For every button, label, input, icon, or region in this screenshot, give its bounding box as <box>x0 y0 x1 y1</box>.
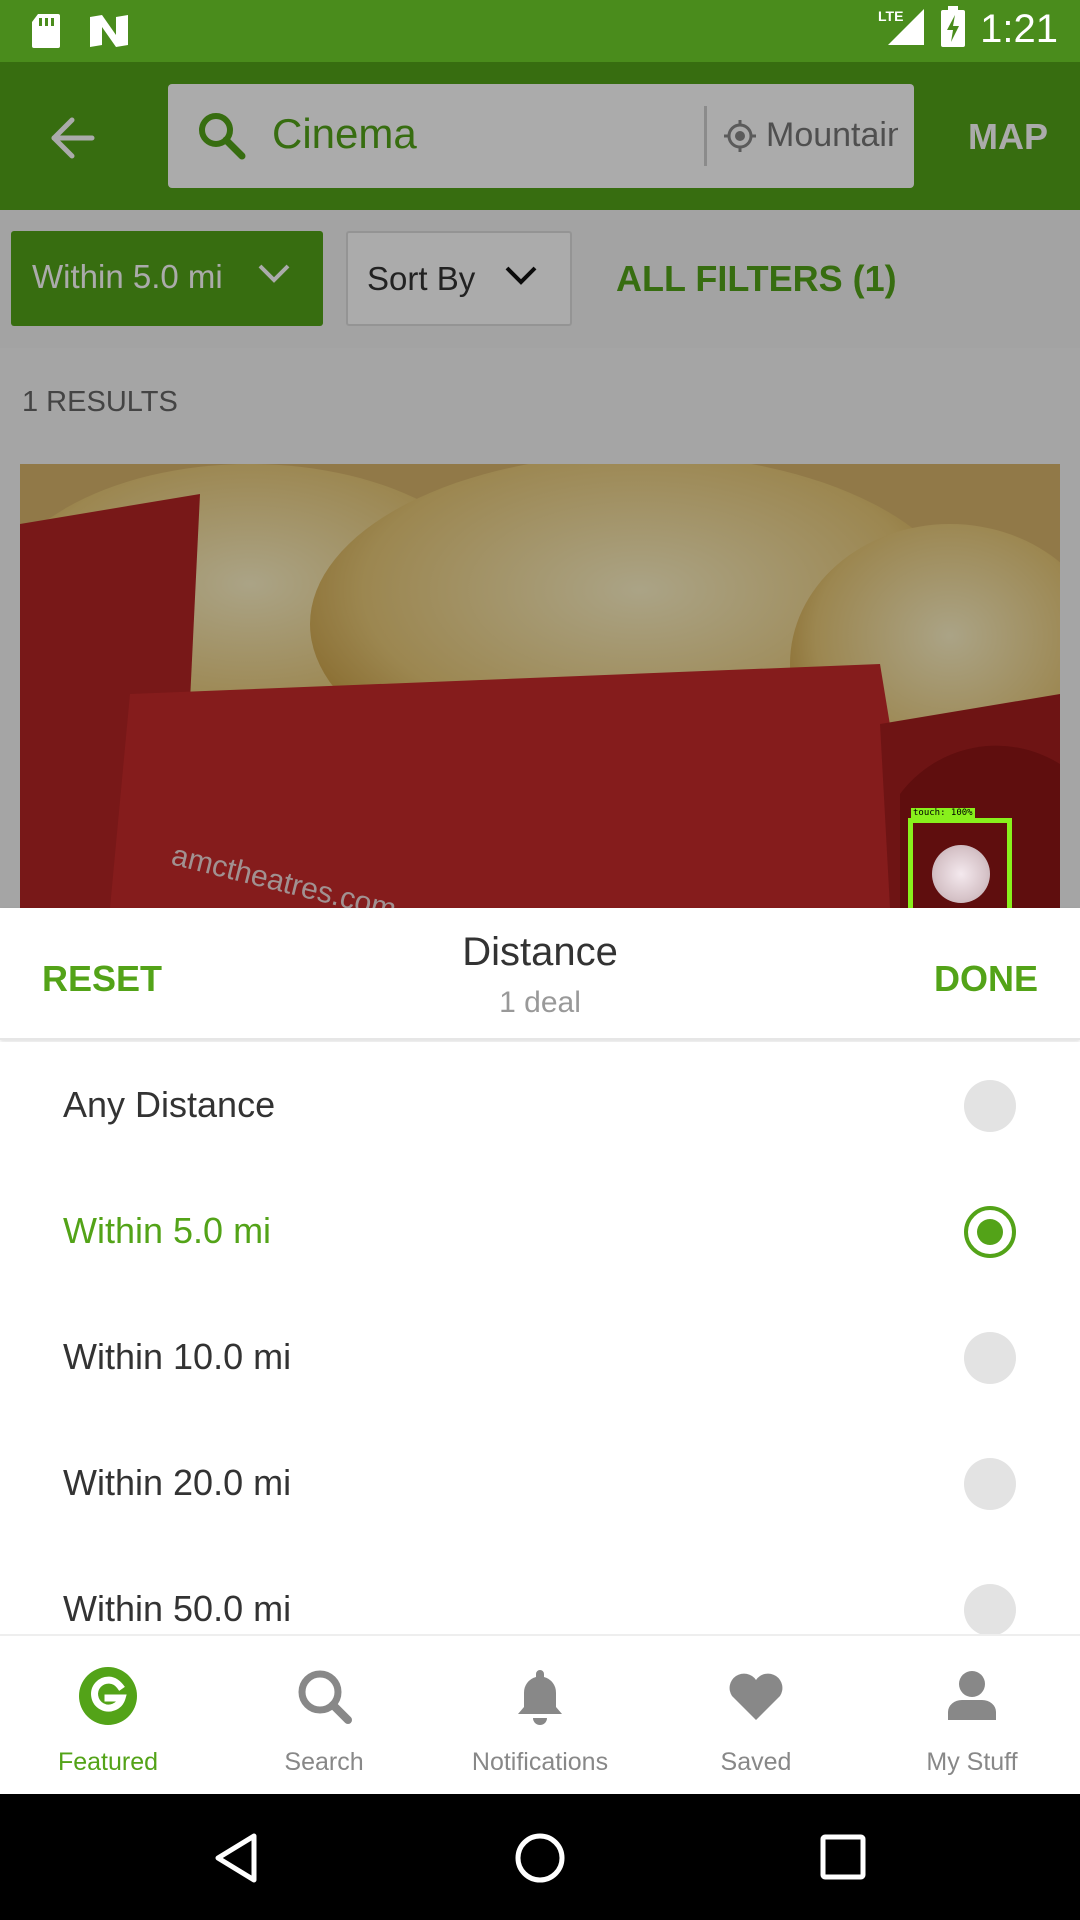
radio-button[interactable] <box>964 1080 1016 1132</box>
radio-button[interactable] <box>964 1584 1016 1634</box>
bottom-nav: Featured Search Notifications Saved My S… <box>0 1634 1080 1794</box>
option-within-10-mi[interactable]: Within 10.0 mi <box>0 1294 1080 1420</box>
option-within-20-mi[interactable]: Within 20.0 mi <box>0 1420 1080 1546</box>
dim-overlay[interactable] <box>0 62 1080 909</box>
search-icon <box>294 1666 354 1726</box>
home-circle-icon[interactable] <box>514 1832 566 1889</box>
nav-saved[interactable]: Saved <box>648 1636 864 1796</box>
option-label: Any Distance <box>63 1084 276 1125</box>
status-time: 1:21 <box>980 7 1058 51</box>
sheet-title: Distance <box>462 930 618 974</box>
option-within-50-mi[interactable]: Within 50.0 mi <box>0 1546 1080 1634</box>
nav-search[interactable]: Search <box>216 1636 432 1796</box>
sheet-subtitle: 1 deal <box>499 986 581 1019</box>
nav-label: Saved <box>720 1748 792 1776</box>
radio-button-selected[interactable] <box>964 1206 1016 1258</box>
nav-label: Notifications <box>471 1748 609 1776</box>
nav-label: Featured <box>57 1748 159 1776</box>
battery-charging-icon <box>940 6 966 53</box>
option-any-distance[interactable]: Any Distance <box>0 1042 1080 1168</box>
person-icon <box>942 1666 1002 1726</box>
done-button[interactable]: DONE <box>934 958 1038 1000</box>
option-label: Within 5.0 mi <box>63 1210 272 1251</box>
system-nav-bar <box>0 1794 1080 1920</box>
option-label: Within 10.0 mi <box>63 1336 292 1377</box>
sd-card-icon <box>30 12 62 55</box>
svg-text:LTE: LTE <box>878 8 903 24</box>
groupon-g-icon <box>78 1666 138 1726</box>
radio-button[interactable] <box>964 1332 1016 1384</box>
sheet-header: RESET Distance 1 deal DONE <box>0 908 1080 1040</box>
nav-label: Search <box>284 1748 364 1776</box>
distance-options-list: Any Distance Within 5.0 mi Within 10.0 m… <box>0 1042 1080 1634</box>
recents-square-icon[interactable] <box>820 1834 866 1885</box>
radio-button[interactable] <box>964 1458 1016 1510</box>
touch-point <box>932 845 990 903</box>
nav-featured[interactable]: Featured <box>0 1636 216 1796</box>
status-bar: LTE 1:21 <box>0 0 1080 62</box>
heart-icon <box>726 1666 786 1726</box>
option-label: Within 50.0 mi <box>63 1588 292 1629</box>
signal-icon: LTE <box>878 7 926 52</box>
option-label: Within 20.0 mi <box>63 1462 292 1503</box>
option-within-5-mi[interactable]: Within 5.0 mi <box>0 1168 1080 1294</box>
nav-label: My Stuff <box>926 1748 1018 1776</box>
bell-icon <box>510 1666 570 1726</box>
back-triangle-icon[interactable] <box>212 1832 260 1889</box>
touch-indicator-label: touch: 100% <box>911 808 975 818</box>
nav-notifications[interactable]: Notifications <box>432 1636 648 1796</box>
n-logo-icon <box>88 13 130 54</box>
nav-my-stuff[interactable]: My Stuff <box>864 1636 1080 1796</box>
